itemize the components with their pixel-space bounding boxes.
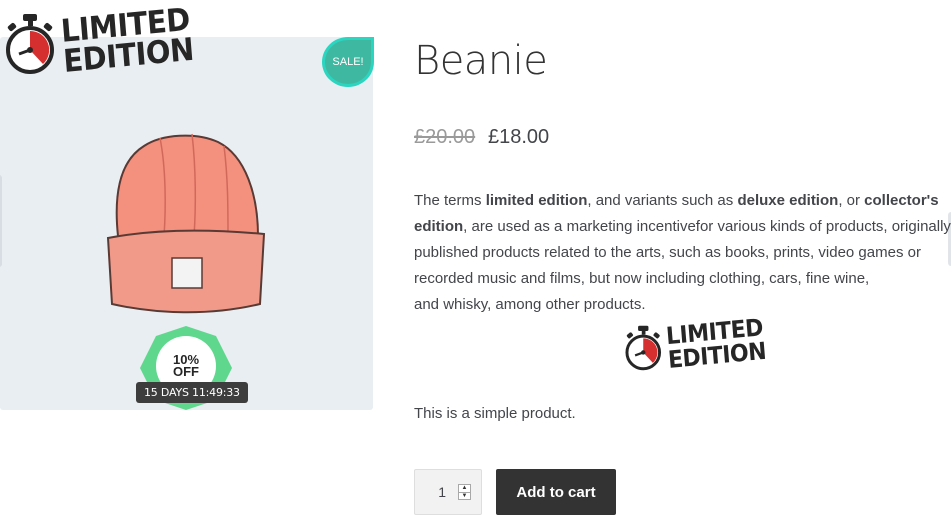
quantity-stepper[interactable]: 1 ▲ ▼: [414, 469, 482, 515]
price-sale: £18.00: [488, 126, 550, 148]
gallery-prev-handle[interactable]: [0, 175, 2, 267]
stopwatch-icon: [625, 325, 662, 371]
spinner-down-icon[interactable]: ▼: [459, 492, 470, 500]
add-to-cart-button[interactable]: Add to cart: [496, 469, 616, 515]
limited-edition-inline-badge: LIMITED EDITION: [624, 315, 768, 380]
inline-badge-line-2: EDITION: [667, 338, 768, 375]
quantity-spinner[interactable]: ▲ ▼: [458, 484, 471, 500]
product-description: The terms limited edition, and variants …: [414, 192, 951, 313]
short-description: This is a simple product.: [414, 405, 576, 422]
price-original: £20.00: [414, 126, 476, 148]
quantity-input[interactable]: 1: [438, 484, 446, 500]
limited-edition-badge: LIMITED EDITION: [4, 0, 195, 82]
stopwatch-icon: [6, 14, 54, 74]
sale-badge: SALE!: [322, 37, 374, 87]
product-title: Beanie: [414, 38, 548, 84]
discount-off: OFF: [173, 364, 199, 379]
countdown-timer: 15 DAYS 11:49:33: [136, 382, 248, 403]
spinner-up-icon[interactable]: ▲: [459, 485, 470, 492]
beanie-image[interactable]: [100, 128, 272, 318]
